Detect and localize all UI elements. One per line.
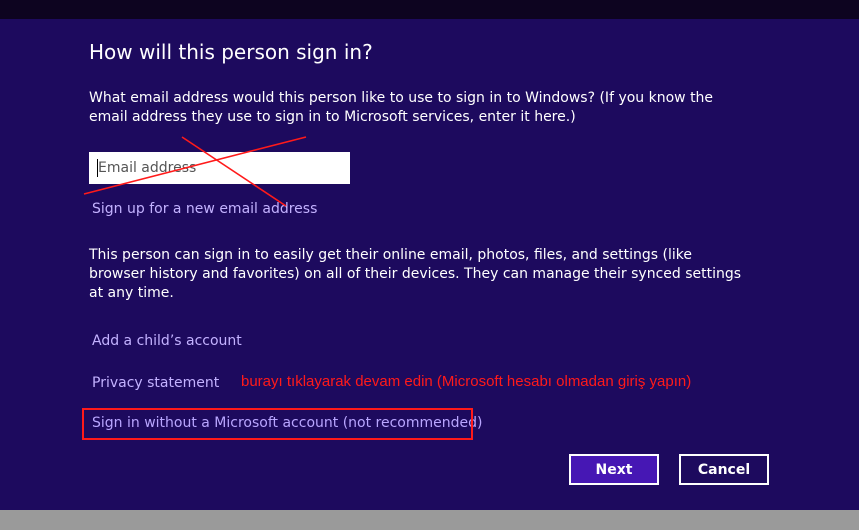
email-field[interactable] (89, 152, 350, 184)
bottom-bar (0, 510, 859, 530)
signup-link[interactable]: Sign up for a new email address (92, 201, 317, 217)
account-info-text: This person can sign in to easily get th… (89, 247, 742, 301)
privacy-statement-link[interactable]: Privacy statement (92, 375, 219, 391)
text-caret (97, 159, 98, 177)
next-button[interactable]: Next (569, 454, 659, 485)
top-bar (0, 0, 859, 19)
annotation-text: burayı tıklayarak devam edin (Microsoft … (241, 373, 692, 390)
cancel-button[interactable]: Cancel (679, 454, 769, 485)
add-child-account-link[interactable]: Add a child’s account (92, 333, 242, 349)
page-title: How will this person sign in? (89, 40, 373, 64)
email-prompt: What email address would this person lik… (89, 90, 714, 125)
annotation-highlight-box (82, 408, 473, 440)
